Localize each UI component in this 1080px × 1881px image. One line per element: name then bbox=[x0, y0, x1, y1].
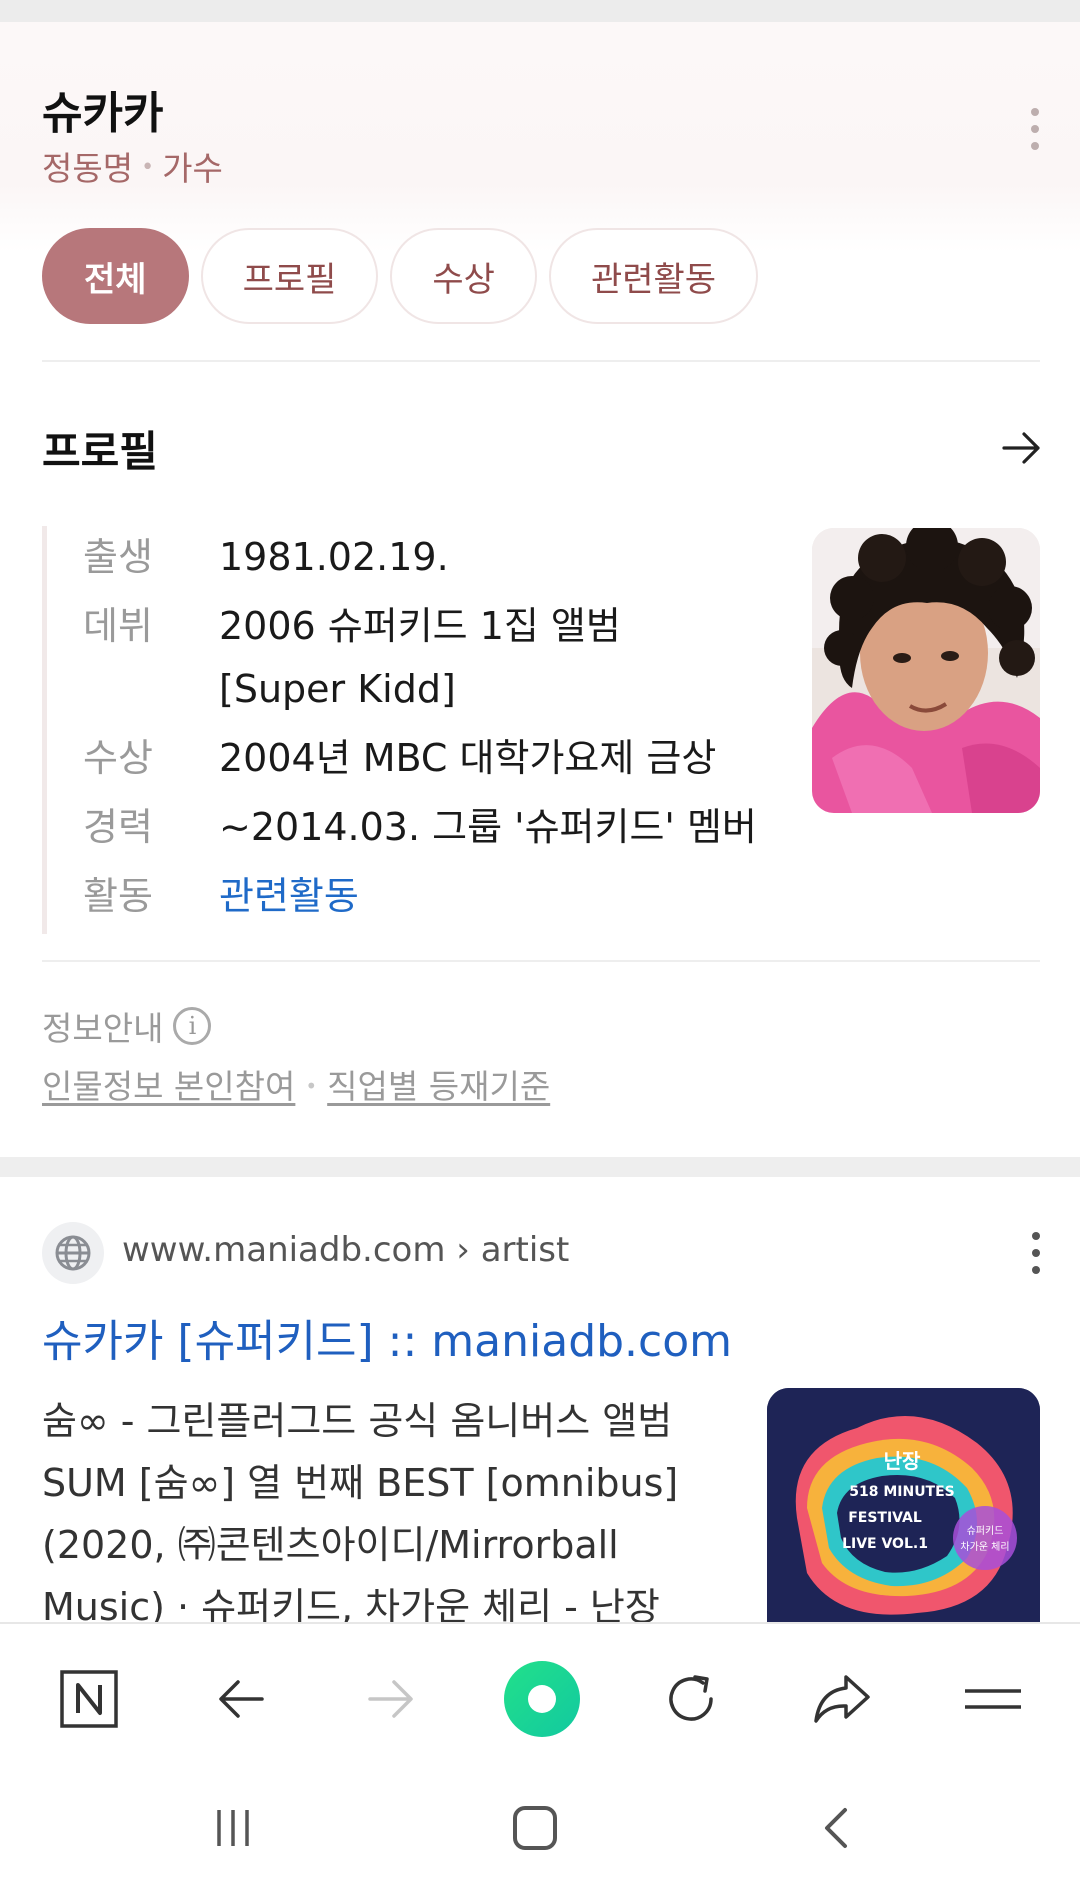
result-description: 숨∞ - 그린플러그드 공식 옴니버스 앨범 SUM [숨∞] 열 번째 BES… bbox=[42, 1399, 679, 1622]
row-key: 데뷔 bbox=[83, 604, 153, 648]
green-dot-icon[interactable] bbox=[497, 1654, 587, 1744]
result-more-icon[interactable] bbox=[1031, 1232, 1041, 1274]
row-value: 1981.02.19. bbox=[219, 535, 449, 579]
profile-row: 출생 1981.02.19. bbox=[83, 526, 782, 589]
more-options-icon[interactable] bbox=[1030, 108, 1040, 150]
subtitle: 정동명 • 가수 bbox=[42, 142, 223, 190]
album-side1: 슈퍼키드 bbox=[967, 1525, 1004, 1537]
registration-criteria-link[interactable]: 직업별 등재기준 bbox=[327, 1067, 550, 1106]
header: 슈카카 정동명 • 가수 bbox=[0, 22, 1080, 252]
album-thumbnail[interactable]: 난장 518 MINUTES FESTIVAL LIVE VOL.1 슈퍼키드 … bbox=[767, 1388, 1040, 1628]
album-line4: LIVE VOL.1 bbox=[842, 1536, 928, 1552]
profile-row: 경력 ~2014.03. 그룹 '슈퍼키드' 멤버 bbox=[83, 796, 782, 859]
menu-icon[interactable] bbox=[948, 1654, 1038, 1744]
globe-icon bbox=[42, 1222, 104, 1284]
recent-apps-icon[interactable] bbox=[198, 1798, 268, 1858]
self-participation-link[interactable]: 인물정보 본인참여 bbox=[42, 1067, 295, 1106]
row-key: 활동 bbox=[83, 874, 153, 918]
divider bbox=[42, 960, 1040, 962]
result-title-link[interactable]: 슈카카 [슈퍼키드] :: maniadb.com bbox=[42, 1305, 732, 1369]
profile-table: 출생 1981.02.19. 데뷔 2006 슈퍼키드 1집 앨범 [Super… bbox=[42, 526, 782, 934]
profile-row: 수상 2004년 MBC 대학가요제 금상 bbox=[83, 727, 782, 790]
browser-toolbar bbox=[0, 1622, 1080, 1778]
tab-bar: 전체 프로필 수상 관련활동 bbox=[42, 228, 759, 324]
page-title: 슈카카 bbox=[42, 88, 164, 139]
divider bbox=[42, 360, 1040, 362]
row-value: ~2014.03. 그룹 '슈퍼키드' 멤버 bbox=[219, 805, 757, 849]
system-nav-bar bbox=[0, 1778, 1080, 1881]
result-url[interactable]: www.maniadb.com › artist bbox=[122, 1230, 569, 1270]
profile-row: 데뷔 2006 슈퍼키드 1집 앨범 [Super Kidd] bbox=[83, 595, 782, 721]
album-line2: 518 MINUTES bbox=[849, 1484, 955, 1500]
row-key: 수상 bbox=[83, 736, 153, 780]
section-title-profile: 프로필 bbox=[42, 427, 158, 476]
info-icon[interactable]: i bbox=[173, 1007, 212, 1045]
row-key: 경력 bbox=[83, 805, 153, 849]
section-separator bbox=[0, 1157, 1080, 1177]
subtitle-job: 가수 bbox=[162, 149, 223, 188]
separator-dot: • bbox=[305, 1074, 318, 1098]
row-key: 출생 bbox=[83, 535, 153, 579]
tab-activities[interactable]: 관련활동 bbox=[548, 228, 759, 324]
separator-dot: • bbox=[141, 155, 155, 180]
tab-profile[interactable]: 프로필 bbox=[200, 228, 379, 324]
row-value: 2006 슈퍼키드 1집 앨범 [Super Kidd] bbox=[219, 604, 621, 711]
album-side2: 차가운 체리 bbox=[960, 1541, 1009, 1553]
album-line3: FESTIVAL bbox=[848, 1510, 922, 1526]
refresh-icon[interactable] bbox=[646, 1654, 736, 1744]
related-activities-link[interactable]: 관련활동 bbox=[219, 865, 759, 928]
info-links: 인물정보 본인참여 • 직업별 등재기준 bbox=[42, 1060, 550, 1108]
share-icon[interactable] bbox=[797, 1654, 887, 1744]
row-value: 2004년 MBC 대학가요제 금상 bbox=[219, 736, 717, 780]
back-arrow-icon[interactable] bbox=[196, 1654, 286, 1744]
subtitle-name: 정동명 bbox=[42, 149, 134, 188]
tab-awards[interactable]: 수상 bbox=[390, 228, 537, 324]
home-icon[interactable] bbox=[500, 1798, 570, 1858]
top-strip bbox=[0, 0, 1080, 22]
info-guide[interactable]: 정보안내 i bbox=[42, 1002, 212, 1050]
arrow-right-icon[interactable] bbox=[1000, 426, 1044, 470]
naver-home-icon[interactable] bbox=[44, 1654, 134, 1744]
profile-photo[interactable] bbox=[812, 528, 1040, 813]
profile-row: 활동 관련활동 bbox=[83, 865, 782, 928]
back-icon[interactable] bbox=[802, 1798, 872, 1858]
album-line1: 난장 bbox=[884, 1449, 921, 1473]
info-guide-label: 정보안내 bbox=[42, 1009, 164, 1048]
forward-arrow-icon[interactable] bbox=[346, 1654, 436, 1744]
tab-all[interactable]: 전체 bbox=[42, 228, 189, 324]
